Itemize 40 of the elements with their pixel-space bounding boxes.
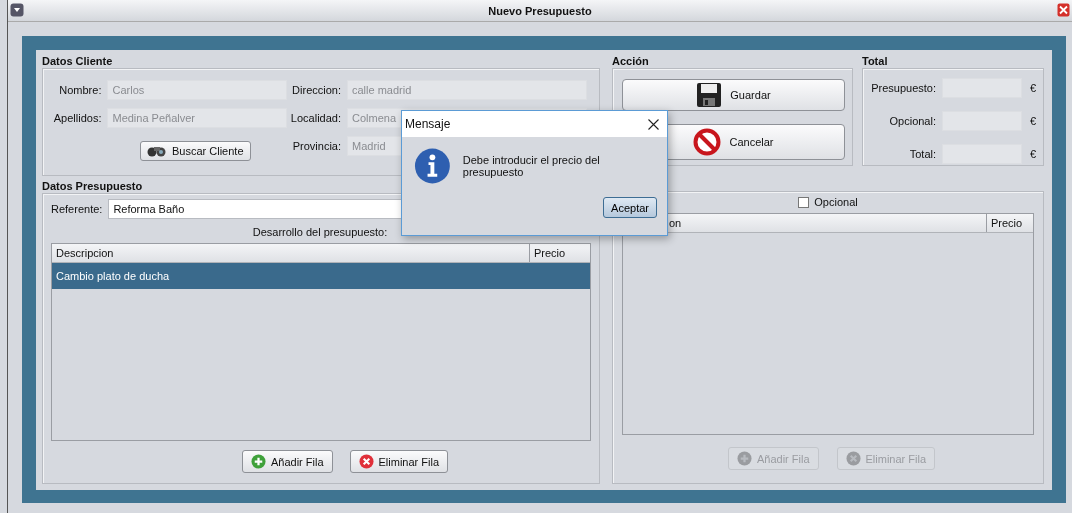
column-header[interactable]: Descripcion	[52, 244, 530, 262]
column-header[interactable]: Precio	[530, 244, 590, 262]
add-row-button[interactable]: Añadir Fila	[241, 450, 333, 473]
table-row[interactable]: Cambio plato de ducha	[52, 263, 590, 289]
field-label: Localidad:	[289, 112, 342, 124]
group-title: Acción	[612, 55, 650, 67]
delete-row-button[interactable]: Eliminar Fila	[349, 450, 449, 473]
plus-icon	[736, 451, 752, 466]
field-label: Opcional:	[888, 115, 937, 127]
menu-icon[interactable]	[10, 3, 24, 17]
window-title: Nuevo Presupuesto	[488, 4, 592, 17]
close-icon	[358, 454, 374, 469]
currency-label: €	[1030, 115, 1037, 127]
field-label: Referente:	[51, 203, 104, 215]
group-title: Datos Presupuesto	[42, 180, 144, 192]
plus-icon	[250, 454, 266, 469]
currency-label: €	[1030, 148, 1037, 161]
table-caption: Desarrollo del presupuesto:	[252, 226, 388, 238]
field-label: Apellidos:	[52, 112, 103, 124]
search-client-button[interactable]: Buscar Cliente	[140, 141, 251, 161]
column-header[interactable]: Precio	[987, 214, 1033, 232]
field-label: Nombre:	[58, 84, 103, 96]
optional-checkbox[interactable]: Opcional	[798, 196, 858, 208]
dialog-message: Debe introducir el precio del presupuesto	[462, 154, 601, 178]
info-icon	[414, 147, 451, 185]
prohibition-icon	[693, 128, 722, 156]
dialog-title: Mensaje	[405, 117, 451, 131]
accept-button[interactable]: Aceptar	[603, 197, 657, 218]
currency-label: €	[1030, 81, 1037, 94]
group-title: Datos Cliente	[42, 55, 114, 67]
text-field[interactable]	[942, 144, 1022, 165]
close-icon	[845, 451, 861, 466]
field-label: Presupuesto:	[870, 81, 937, 94]
save-button[interactable]: Guardar	[622, 79, 845, 111]
field-label: Direccion:	[291, 84, 342, 96]
close-icon[interactable]	[648, 118, 659, 130]
binoculars-icon	[147, 145, 167, 157]
field-label: Provincia:	[291, 140, 342, 152]
group-title: Total	[862, 55, 889, 67]
field-label: Total:	[908, 148, 937, 161]
